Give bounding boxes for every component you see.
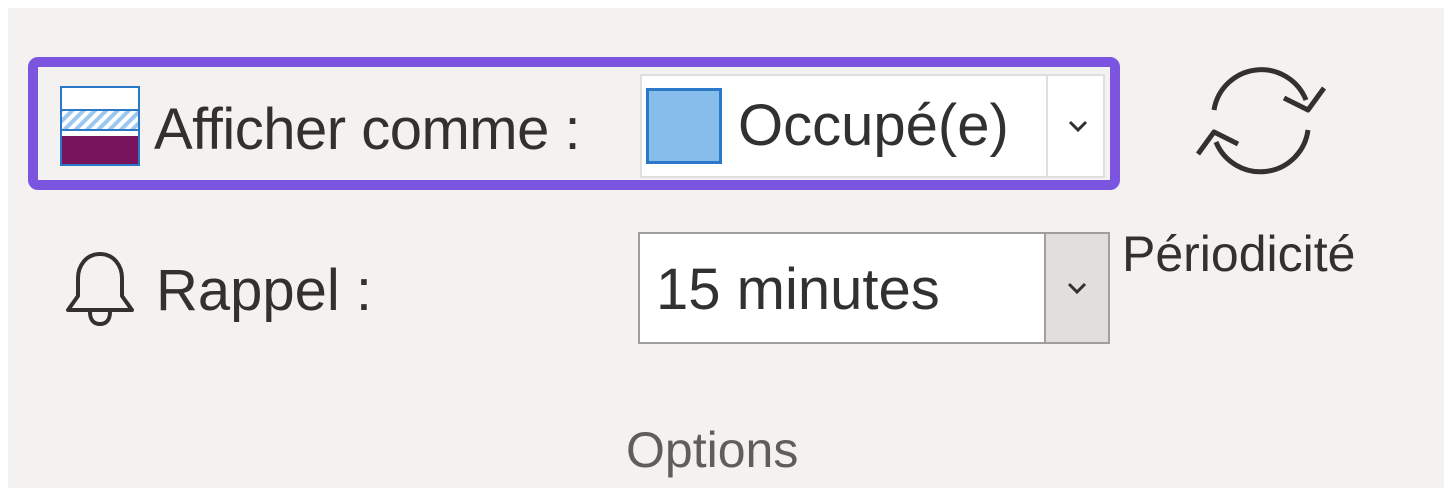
dropdown-separator [1046,76,1048,176]
show-as-dropdown[interactable]: Occupé(e) [640,74,1105,178]
group-label: Options [626,422,799,478]
status-swatch [646,88,722,164]
show-as-icon [60,86,140,166]
chevron-down-icon[interactable] [1050,76,1105,176]
recurrence-icon[interactable] [1176,50,1346,190]
recurrence-button-label[interactable]: Périodicité [1122,222,1355,286]
reminder-dropdown[interactable]: 15 minutes [638,232,1110,344]
reminder-value: 15 minutes [656,257,940,322]
bell-icon [66,252,134,327]
show-as-value: Occupé(e) [738,93,1009,158]
reminder-label: Rappel : [156,258,373,323]
show-as-label: Afficher comme : [154,97,581,162]
chevron-down-icon[interactable] [1044,234,1108,342]
